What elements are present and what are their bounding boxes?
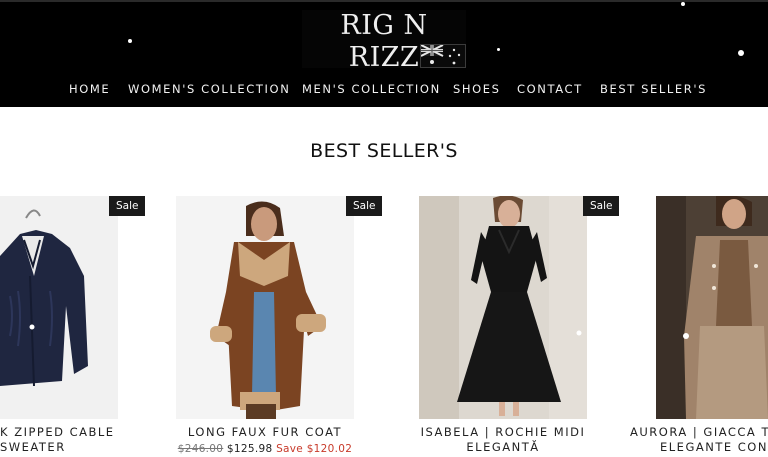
- sale-badge: Sale: [346, 196, 383, 216]
- product-card-aurora-jacket[interactable]: AURORA | GIACCA TE ELEGANTE CON: [620, 196, 768, 457]
- product-title-line1[interactable]: ISABELA | ROCHIE MIDI: [413, 426, 593, 439]
- product-image[interactable]: [419, 196, 587, 419]
- product-card-midi-dress[interactable]: Sale ISABELA | ROCHIE MIDI ELEGANTĂ: [419, 196, 620, 457]
- price-compare-at: $246.00: [177, 443, 224, 455]
- sale-badge: Sale: [583, 196, 620, 216]
- product-title[interactable]: LONG FAUX FUR COAT: [176, 426, 354, 439]
- product-title-line1[interactable]: K ZIPPED CABLE: [0, 426, 113, 439]
- nav-shoes[interactable]: SHOES: [453, 78, 501, 100]
- product-card-faux-fur-coat[interactable]: Sale LONG FAUX FUR COAT $246.00 $125.98 …: [176, 196, 383, 457]
- price-savings: Save $120.02: [276, 443, 353, 455]
- product-title-line2[interactable]: ELEGANTĂ: [413, 441, 593, 454]
- nav-contact[interactable]: CONTACT: [517, 78, 583, 100]
- product-title-line2[interactable]: SWEATER: [0, 441, 64, 454]
- snow-dot: [128, 39, 132, 43]
- section-title: BEST SELLER'S: [310, 140, 458, 162]
- snow-dot: [497, 48, 500, 51]
- main-nav: HOME WOMEN'S COLLECTION MEN'S COLLECTION…: [0, 78, 768, 100]
- nav-home[interactable]: HOME: [69, 78, 110, 100]
- product-price: $246.00 $125.98 Save $120.02: [176, 443, 354, 456]
- nav-mens-collection[interactable]: MEN'S COLLECTION: [302, 78, 441, 100]
- price-sale: $125.98: [226, 443, 273, 455]
- product-image[interactable]: [656, 196, 768, 419]
- snow-dot: [738, 50, 744, 56]
- site-header: RIG N RIZZ HOME WOMEN'S COLLECTION MEN'S: [0, 0, 768, 107]
- product-title-line2[interactable]: ELEGANTE CON: [660, 441, 768, 454]
- product-image[interactable]: [0, 196, 118, 419]
- product-image[interactable]: [176, 196, 354, 419]
- australia-flag-icon: [420, 44, 466, 68]
- sale-badge: Sale: [109, 196, 146, 216]
- nav-womens-collection[interactable]: WOMEN'S COLLECTION: [128, 78, 290, 100]
- product-card-sweater[interactable]: Sale K ZIPPED CABLE SWEATER: [0, 196, 146, 457]
- nav-best-sellers[interactable]: BEST SELLER'S: [600, 78, 707, 100]
- header-top-line: [0, 0, 768, 2]
- product-title-line1[interactable]: AURORA | GIACCA TE: [630, 426, 768, 439]
- snow-dot: [681, 2, 685, 6]
- store-logo[interactable]: RIG N RIZZ: [302, 10, 466, 73]
